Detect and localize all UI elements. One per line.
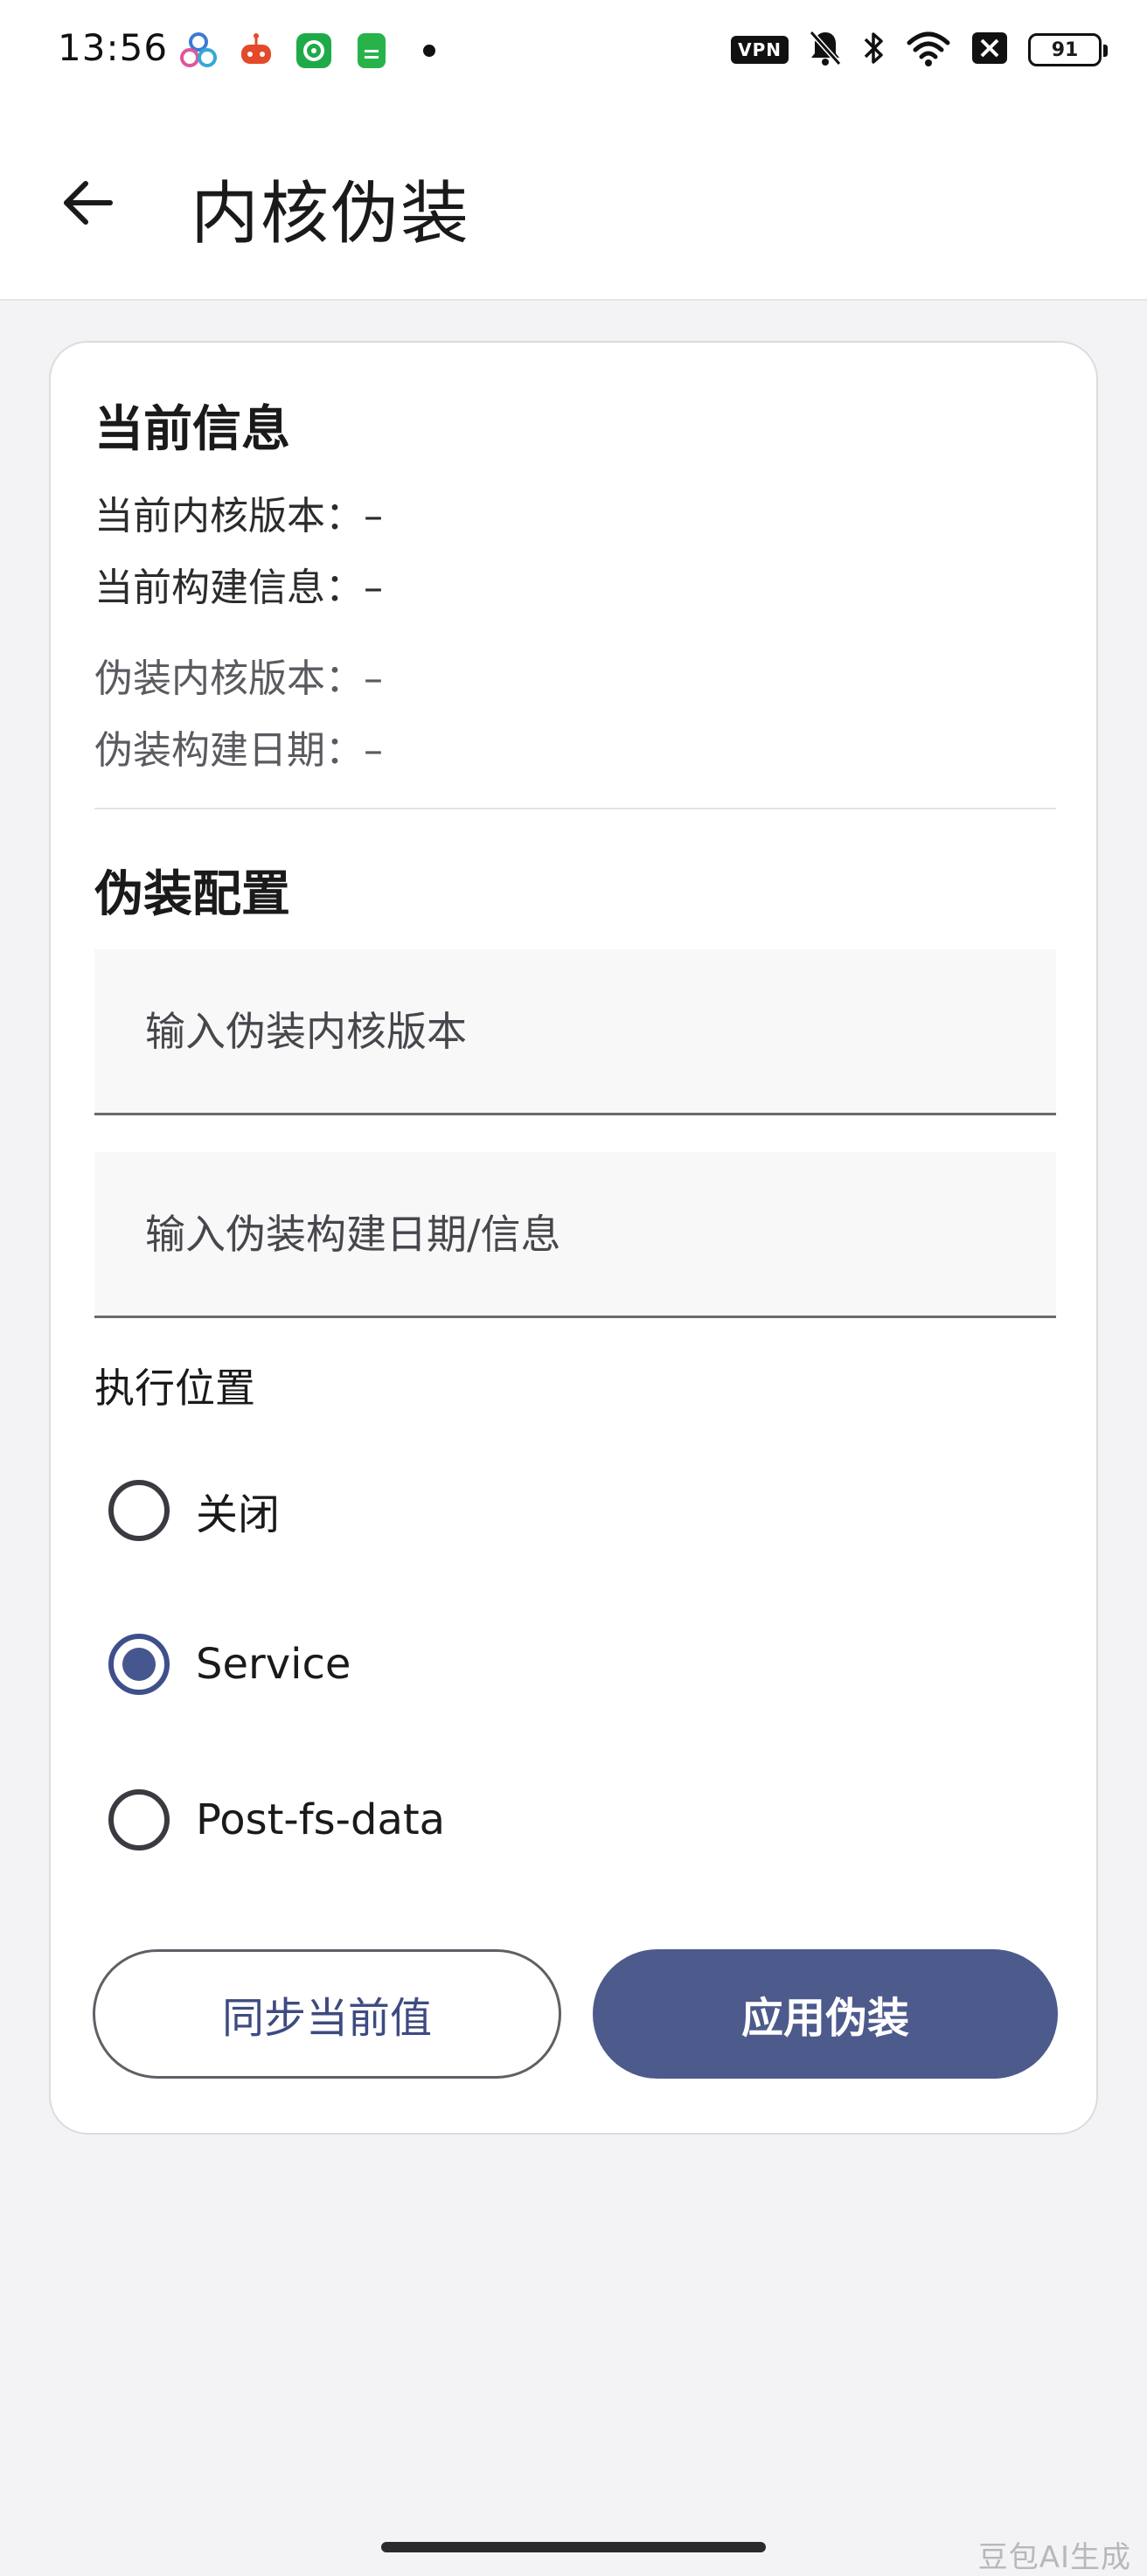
app-bar: 内核伪装 <box>0 98 1147 301</box>
apply-spoof-button[interactable]: 应用伪装 <box>593 1949 1058 2079</box>
status-bar: 13:56 VPN 91 <box>0 0 1147 98</box>
radio-label: Service <box>196 1640 351 1689</box>
radio-label: 关闭 <box>196 1490 281 1539</box>
spoof-config-title: 伪装配置 <box>94 866 290 923</box>
page-title: 内核伪装 <box>191 175 471 253</box>
notification-icons <box>178 28 449 73</box>
cluster-app-icon <box>178 31 219 71</box>
current-build-info: 当前构建信息：– <box>94 566 383 610</box>
spoof-build-date: 伪装构建日期：– <box>94 728 383 773</box>
robot-app-icon <box>236 31 276 71</box>
current-info-title: 当前信息 <box>94 401 290 458</box>
shield-app-icon <box>294 31 334 71</box>
system-icons: VPN 91 <box>731 26 1108 73</box>
wifi-icon <box>906 29 951 71</box>
sync-current-button[interactable]: 同步当前值 <box>93 1949 561 2079</box>
bluetooth-icon <box>862 29 886 71</box>
radio-option-service[interactable]: Service <box>108 1621 808 1708</box>
exec-location-label: 执行位置 <box>94 1364 255 1412</box>
vpn-icon: VPN <box>731 36 789 64</box>
spoof-version-field <box>94 949 1056 1115</box>
back-button[interactable] <box>44 159 131 246</box>
radio-unchecked-icon[interactable] <box>108 1480 170 1541</box>
current-kernel-version: 当前内核版本：– <box>94 494 383 538</box>
radio-label: Post-fs-data <box>196 1795 446 1844</box>
status-time: 13:56 <box>58 26 169 69</box>
spoof-kernel-version: 伪装内核版本：– <box>94 656 383 701</box>
bell-off-icon <box>808 29 843 71</box>
radio-option-off[interactable]: 关闭 <box>108 1467 808 1554</box>
no-signal-icon <box>970 31 1009 69</box>
radio-dot <box>122 1648 156 1681</box>
section-divider <box>94 808 1056 809</box>
spoof-version-input[interactable] <box>94 949 1056 1113</box>
dot-icon <box>409 31 449 71</box>
radio-unchecked-icon[interactable] <box>108 1789 170 1850</box>
arrow-back-icon <box>64 181 113 225</box>
radio-option-post-fs-data[interactable]: Post-fs-data <box>108 1776 808 1864</box>
spoof-build-field <box>94 1152 1056 1318</box>
spoof-build-input[interactable] <box>94 1152 1056 1316</box>
spoof-card: 当前信息 当前内核版本：– 当前构建信息：– 伪装内核版本：– 伪装构建日期：–… <box>49 341 1098 2135</box>
radio-checked-icon[interactable] <box>108 1634 170 1695</box>
battery-icon: 91 <box>1028 33 1108 66</box>
doc-app-icon <box>351 31 392 71</box>
gesture-bar[interactable] <box>381 2542 766 2552</box>
watermark: 豆包AI生成 <box>977 2540 1131 2575</box>
